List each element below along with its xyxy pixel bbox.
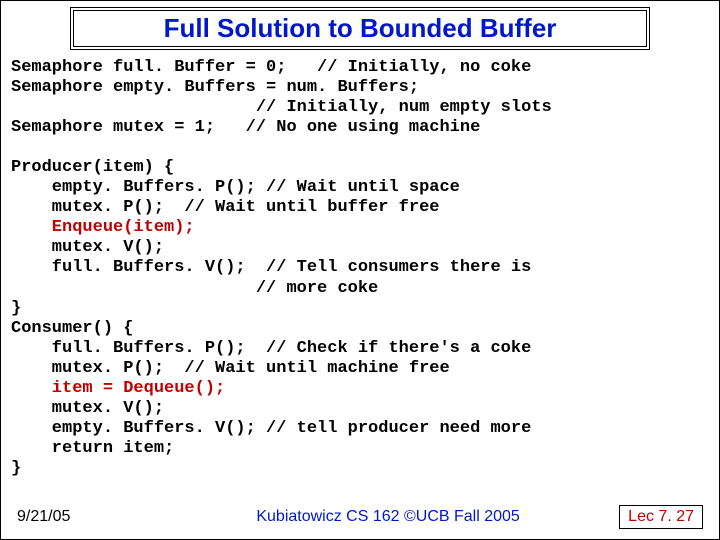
code-line: full. Buffers. V(); // Tell consumers th… <box>11 258 531 277</box>
code-line: Consumer() { <box>11 319 133 338</box>
code-line: mutex. V(); <box>11 238 164 257</box>
footer-lecture: Lec 7. 27 <box>619 505 703 529</box>
code-line: mutex. P(); // Wait until machine free <box>11 359 450 378</box>
title-box: Full Solution to Bounded Buffer <box>70 7 650 50</box>
code-line: mutex. V(); <box>11 399 164 418</box>
code-line: return item; <box>11 439 174 458</box>
code-line-enqueue: Enqueue(item); <box>11 218 195 237</box>
code-line: Semaphore mutex = 1; // No one using mac… <box>11 118 480 137</box>
code-line: } <box>11 459 21 478</box>
slide: Full Solution to Bounded Buffer Semaphor… <box>0 0 720 540</box>
code-line-dequeue: item = Dequeue(); <box>11 379 225 398</box>
code-line: Semaphore full. Buffer = 0; // Initially… <box>11 58 531 77</box>
code-line: Semaphore empty. Buffers = num. Buffers; <box>11 78 419 97</box>
code-line: // Initially, num empty slots <box>11 98 552 117</box>
code-line: empty. Buffers. V(); // tell producer ne… <box>11 419 531 438</box>
code-line: mutex. P(); // Wait until buffer free <box>11 198 439 217</box>
code-line: Producer(item) { <box>11 158 174 177</box>
slide-title: Full Solution to Bounded Buffer <box>80 13 640 44</box>
footer-date: 9/21/05 <box>17 508 157 526</box>
code-line: full. Buffers. P(); // Check if there's … <box>11 339 531 358</box>
footer-course: Kubiatowicz CS 162 ©UCB Fall 2005 <box>157 508 619 526</box>
code-line: empty. Buffers. P(); // Wait until space <box>11 178 460 197</box>
code-line: } <box>11 299 21 318</box>
footer: 9/21/05 Kubiatowicz CS 162 ©UCB Fall 200… <box>1 505 719 529</box>
code-block: Semaphore full. Buffer = 0; // Initially… <box>11 58 709 479</box>
code-line: // more coke <box>11 279 378 298</box>
